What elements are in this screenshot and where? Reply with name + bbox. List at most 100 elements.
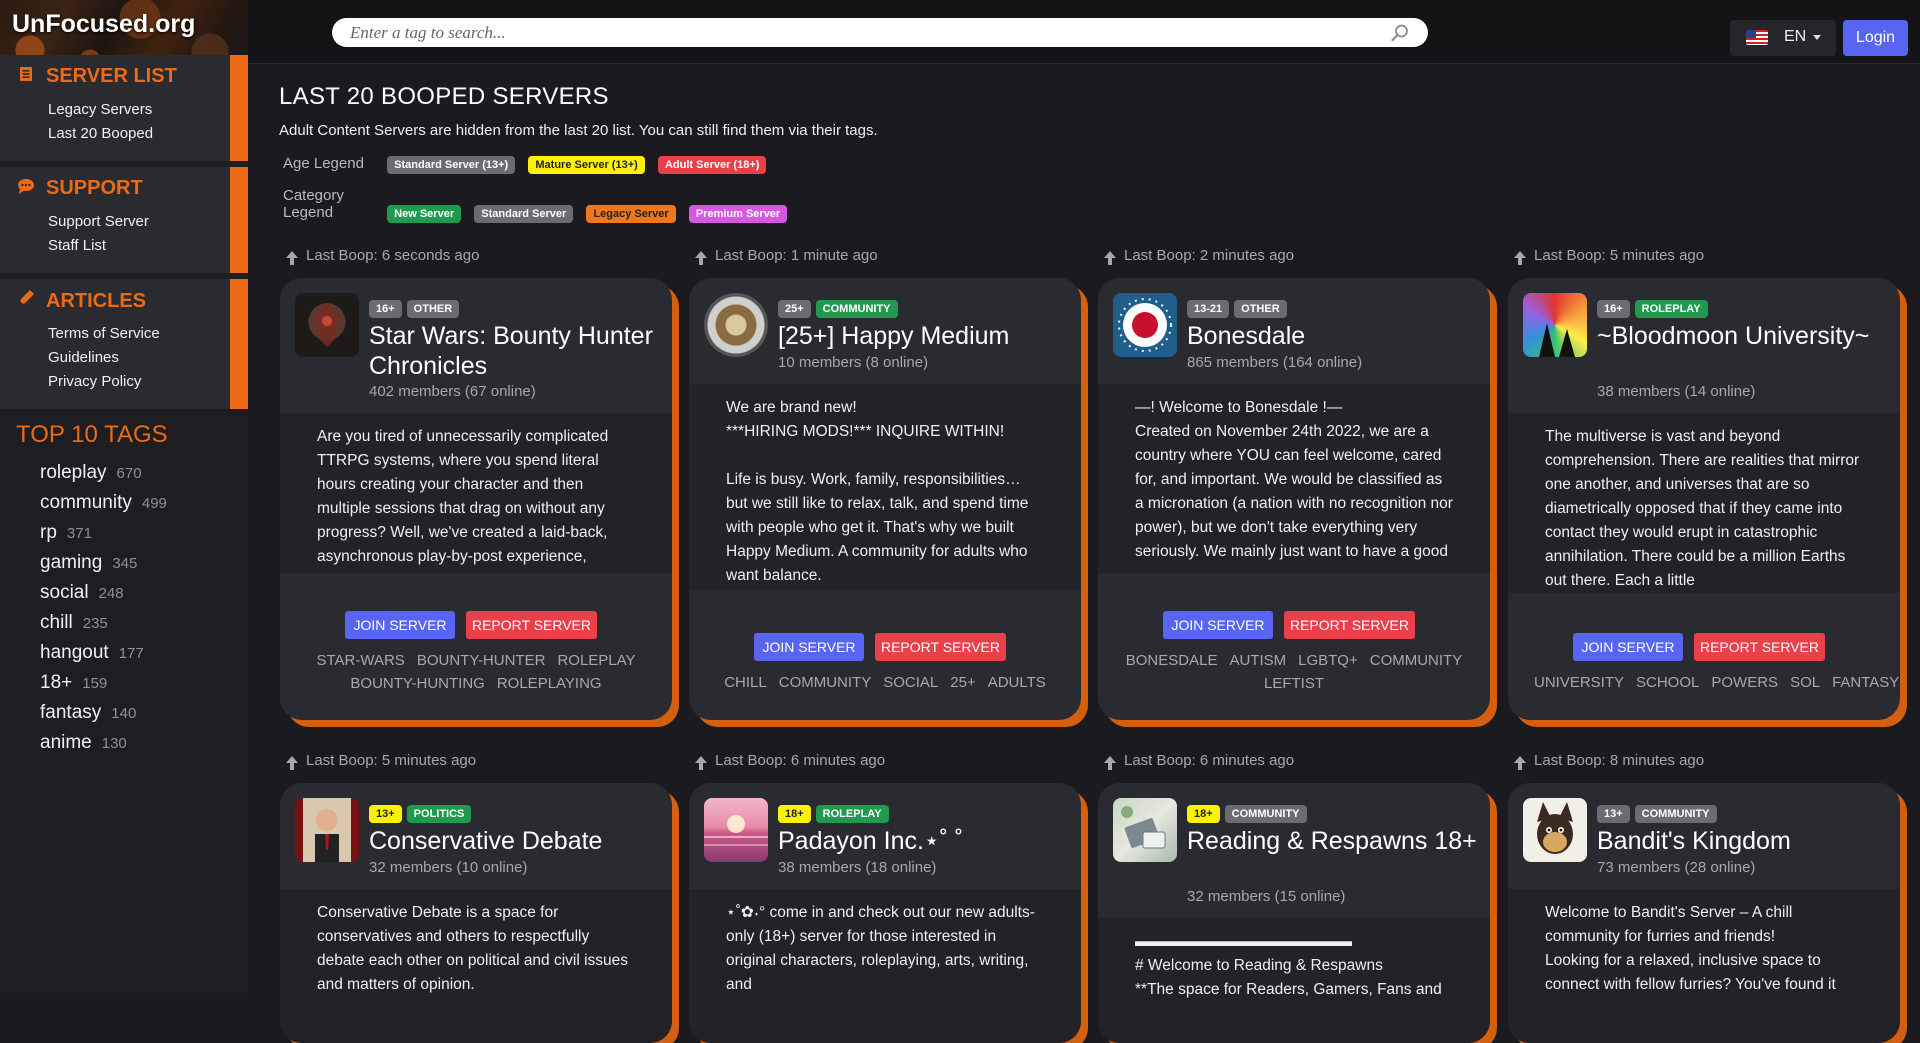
tag-link[interactable]: STAR-WARS (316, 652, 404, 669)
arrow-up-icon (695, 251, 707, 265)
tag-link[interactable]: 25+ (950, 674, 975, 691)
description-box: The multiverse is vast and beyond compre… (1508, 413, 1900, 593)
chevron-down-icon (1813, 35, 1821, 40)
age-legend-label: Age Legend (283, 155, 364, 172)
server-card: 13+ COMMUNITY Bandit's Kingdom 73 members… (1508, 783, 1900, 1043)
sidebar-link-support-server[interactable]: Support Server (48, 213, 149, 230)
server-card: 18+ COMMUNITY Reading & Respawns 18+ 32 m… (1098, 783, 1490, 1043)
server-name[interactable]: Conservative Debate (369, 826, 659, 856)
legend-badge-mature-13: Mature Server (13+) (528, 156, 645, 174)
sidebar-link-staff-list[interactable]: Staff List (48, 237, 106, 254)
tag-link[interactable]: BOUNTY-HUNTING (350, 675, 484, 692)
server-name[interactable]: Reading & Respawns 18+ (1187, 826, 1477, 856)
tag-link[interactable]: BOUNTY-HUNTER (417, 652, 546, 669)
server-card: 16+ OTHER Star Wars: Bounty Hunter Chroni… (280, 278, 672, 720)
server-avatar (295, 293, 359, 357)
server-avatar (704, 798, 768, 862)
top-tag-item[interactable]: social 248 (40, 582, 124, 604)
top-tags-title: TOP 10 TAGS (16, 421, 168, 448)
tag-link[interactable]: COMMUNITY (1370, 652, 1463, 669)
category-badge: OTHER (1234, 300, 1287, 318)
tag-link[interactable]: CHILL (724, 674, 767, 691)
pen-icon (16, 289, 36, 312)
server-name[interactable]: Padayon Inc.⋆˚ ˚ (778, 826, 1068, 856)
tag-link[interactable]: COMMUNITY (779, 674, 872, 691)
top-tag-item[interactable]: anime 130 (40, 732, 127, 754)
tag-link[interactable]: BONESDALE (1126, 652, 1218, 669)
server-description: ▬▬▬▬▬▬▬▬▬▬▬▬▬▬ # Welcome to Reading & Re… (1135, 933, 1442, 998)
search-icon[interactable] (1390, 23, 1410, 43)
tag-link[interactable]: SOL (1790, 674, 1820, 691)
member-count: 402 members (67 online) (369, 383, 536, 400)
server-avatar (1523, 798, 1587, 862)
server-card: 13+ POLITICS Conservative Debate 32 membe… (280, 783, 672, 1043)
tag-link[interactable]: UNIVERSITY (1534, 674, 1624, 691)
join-server-button[interactable]: JOIN SERVER (1573, 633, 1683, 661)
sidebar-link-privacy-policy[interactable]: Privacy Policy (48, 373, 141, 390)
language-selector[interactable]: EN (1730, 20, 1836, 56)
top-tag-item[interactable]: rp 371 (40, 522, 92, 544)
category-badge: COMMUNITY (1634, 805, 1717, 823)
language-label: EN (1784, 28, 1807, 45)
login-button[interactable]: Login (1843, 20, 1908, 56)
server-avatar (1113, 293, 1177, 357)
tag-link[interactable]: ROLEPLAY (557, 652, 635, 669)
report-server-button[interactable]: REPORT SERVER (1694, 633, 1825, 661)
category-badge: COMMUNITY (815, 300, 898, 318)
server-name[interactable]: ~Bloodmoon University~ (1597, 321, 1887, 351)
top-tag-item[interactable]: fantasy 140 (40, 702, 136, 724)
server-badges: 18+ COMMUNITY (1187, 804, 1312, 823)
chat-icon (16, 178, 36, 199)
sidebar-link-terms-of-service[interactable]: Terms of Service (48, 325, 160, 342)
server-card: 18+ ROLEPLAY Padayon Inc.⋆˚ ˚ 38 members … (689, 783, 1081, 1043)
server-description: Conservative Debate is a space for conse… (317, 904, 629, 993)
tag-link[interactable]: ADULTS (988, 674, 1046, 691)
tag-link[interactable]: LGBTQ+ (1298, 652, 1358, 669)
report-server-button[interactable]: REPORT SERVER (466, 611, 597, 639)
member-count: 10 members (8 online) (778, 354, 929, 371)
server-card: 25+ COMMUNITY [25+] Happy Medium 10 membe… (689, 278, 1081, 720)
top-tag-item[interactable]: chill 235 (40, 612, 108, 634)
tag-link[interactable]: LEFTIST (1264, 675, 1324, 692)
site-logo[interactable]: UnFocused.org (12, 10, 195, 39)
sidebar-heading-support: SUPPORT (16, 177, 143, 200)
sidebar-link-legacy-servers[interactable]: Legacy Servers (48, 101, 152, 118)
tag-link[interactable]: SCHOOL (1636, 674, 1699, 691)
category-legend: Category Legend New Server Standard Serv… (283, 187, 796, 223)
join-server-button[interactable]: JOIN SERVER (754, 633, 864, 661)
report-server-button[interactable]: REPORT SERVER (875, 633, 1006, 661)
join-server-button[interactable]: JOIN SERVER (1163, 611, 1273, 639)
top-tag-item[interactable]: gaming 345 (40, 552, 137, 574)
server-badges: 13+ POLITICS (369, 804, 476, 823)
top-tag-item[interactable]: community 499 (40, 492, 167, 514)
report-server-button[interactable]: REPORT SERVER (1284, 611, 1415, 639)
last-boop-label: Last Boop: 6 seconds ago (286, 247, 479, 265)
server-name[interactable]: Star Wars: Bounty Hunter Chronicles (369, 321, 659, 381)
description-box: Are you tired of unnecessarily complicat… (280, 413, 672, 573)
category-badge: COMMUNITY (1224, 805, 1307, 823)
top-tag-item[interactable]: roleplay 670 (40, 462, 142, 484)
tag-link[interactable]: SOCIAL (883, 674, 938, 691)
join-server-button[interactable]: JOIN SERVER (345, 611, 455, 639)
category-badge: POLITICS (406, 805, 472, 823)
tag-link[interactable]: POWERS (1711, 674, 1778, 691)
member-count: 38 members (18 online) (778, 859, 937, 876)
top-tag-item[interactable]: 18+ 159 (40, 672, 107, 694)
tag-link[interactable]: ROLEPLAYING (497, 675, 602, 692)
top-tag-item[interactable]: hangout 177 (40, 642, 144, 664)
sidebar-link-last-20-booped[interactable]: Last 20 Booped (48, 125, 153, 142)
section-accent-bar (230, 167, 248, 273)
server-name[interactable]: Bonesdale (1187, 321, 1477, 351)
last-boop-label: Last Boop: 5 minutes ago (1514, 247, 1704, 265)
server-name[interactable]: Bandit's Kingdom (1597, 826, 1887, 856)
tag-link[interactable]: FANTASY (1832, 674, 1899, 691)
age-legend: Age Legend Standard Server (13+) Mature … (283, 155, 775, 174)
server-avatar (1113, 798, 1177, 862)
tag-link[interactable]: AUTISM (1229, 652, 1286, 669)
age-badge: 16+ (1597, 300, 1630, 318)
search-input[interactable] (350, 22, 1370, 44)
top-bar: UnFocused.org EN Login (0, 0, 1920, 64)
server-name[interactable]: [25+] Happy Medium (778, 321, 1068, 351)
sidebar-link-guidelines[interactable]: Guidelines (48, 349, 119, 366)
member-count: 865 members (164 online) (1187, 354, 1363, 371)
